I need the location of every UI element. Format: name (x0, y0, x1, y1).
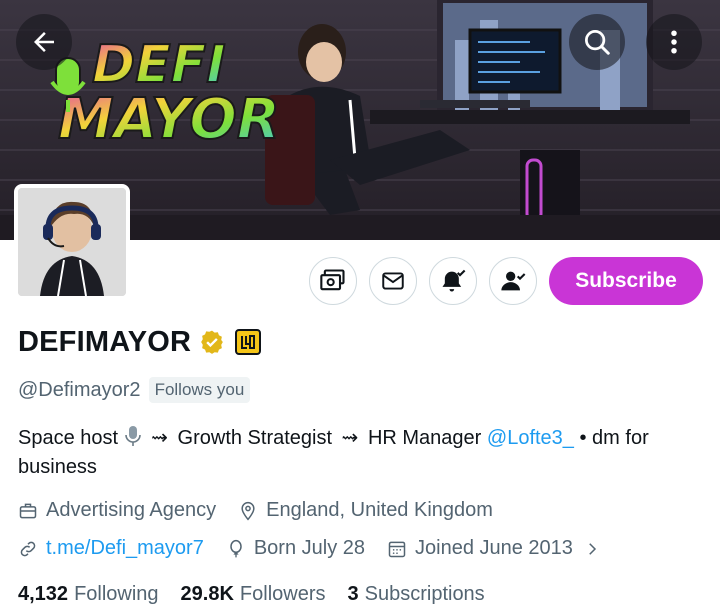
following-stat[interactable]: 4,132 Following (18, 583, 159, 606)
subscribe-button[interactable]: Subscribe (549, 257, 703, 305)
followers-label: Followers (239, 583, 326, 605)
money-icon (320, 269, 345, 291)
following-button[interactable] (489, 257, 537, 305)
bio-part-3: HR Manager (367, 427, 482, 449)
affiliation-badge[interactable] (235, 329, 262, 355)
more-options-button[interactable] (646, 14, 702, 70)
following-label: Following (74, 583, 159, 605)
link-icon (20, 541, 36, 556)
follow-check-icon (501, 271, 526, 291)
bio-part-1: Space host (18, 427, 119, 449)
subscriptions-stat[interactable]: 3 Subscriptions (348, 583, 485, 606)
tip-button[interactable] (309, 257, 357, 305)
joined-text: Joined June 2013 (415, 537, 573, 559)
website-link[interactable]: t.me/Defi_mayor7 (46, 537, 204, 560)
category-text: Advertising Agency (46, 499, 217, 521)
location-pin-icon (241, 501, 255, 520)
back-button[interactable] (16, 14, 72, 70)
search-icon (585, 30, 610, 55)
squiggle-arrow-icon: ⇝ (341, 427, 359, 449)
subscriptions-count: 3 (347, 583, 359, 605)
profile-stats: 4,132 Following 29.8K Followers 3 Subscript… (18, 583, 507, 606)
follows-you-badge: Follows you (148, 377, 251, 403)
joined-item[interactable]: Joined June 2013 (387, 537, 601, 560)
profile-meta-row-1: Advertising Agency England, United Kingd… (18, 499, 515, 522)
user-handle: @Defimayor2 (18, 378, 141, 401)
balloon-icon (230, 539, 242, 557)
profile-avatar[interactable] (14, 184, 130, 300)
location-text: England, United Kingdom (266, 499, 493, 521)
bell-check-icon (442, 269, 466, 292)
following-count: 4,132 (18, 583, 69, 605)
followers-count: 29.8K (180, 583, 234, 605)
calendar-icon (388, 541, 406, 557)
bio-part-2: Growth Strategist (177, 427, 333, 449)
message-button[interactable] (369, 257, 417, 305)
followers-stat[interactable]: 29.8K Followers (181, 583, 326, 606)
profile-bio: Space host ⇝ Growth Strategist ⇝ HR Mana… (18, 424, 708, 482)
banner-logo-line2: MAYOR (58, 87, 280, 152)
notifications-button[interactable] (429, 257, 477, 305)
category-item: Advertising Agency (18, 499, 216, 522)
profile-meta-row-2: t.me/Defi_mayor7 Born July 28 Joined Jun… (18, 537, 623, 560)
name-row: DEFIMAYOR (18, 322, 262, 362)
more-vertical-icon (671, 30, 677, 54)
verified-badge-icon[interactable] (199, 329, 225, 355)
avatar-image (18, 188, 126, 296)
display-name: DEFIMAYOR (18, 325, 192, 358)
chevron-right-icon (589, 542, 596, 555)
mail-icon (382, 272, 404, 290)
banner-logo-line1: DEFI (92, 35, 226, 95)
website-item[interactable]: t.me/Defi_mayor7 (18, 537, 204, 560)
squiggle-arrow-icon: ⇝ (151, 427, 168, 449)
briefcase-icon (19, 503, 37, 518)
search-button[interactable] (569, 14, 625, 70)
subscriptions-label: Subscriptions (364, 583, 485, 605)
birthday-text: Born July 28 (253, 537, 366, 559)
handle-row: @Defimayor2 Follows you (18, 377, 251, 403)
affiliation-logo-icon (238, 332, 259, 352)
arrow-left-icon (34, 32, 54, 52)
birthday-item: Born July 28 (226, 537, 365, 560)
location-item: England, United Kingdom (238, 499, 493, 522)
microphone-icon (124, 426, 141, 446)
bio-mention-link[interactable]: @Lofte3_ (487, 427, 574, 449)
